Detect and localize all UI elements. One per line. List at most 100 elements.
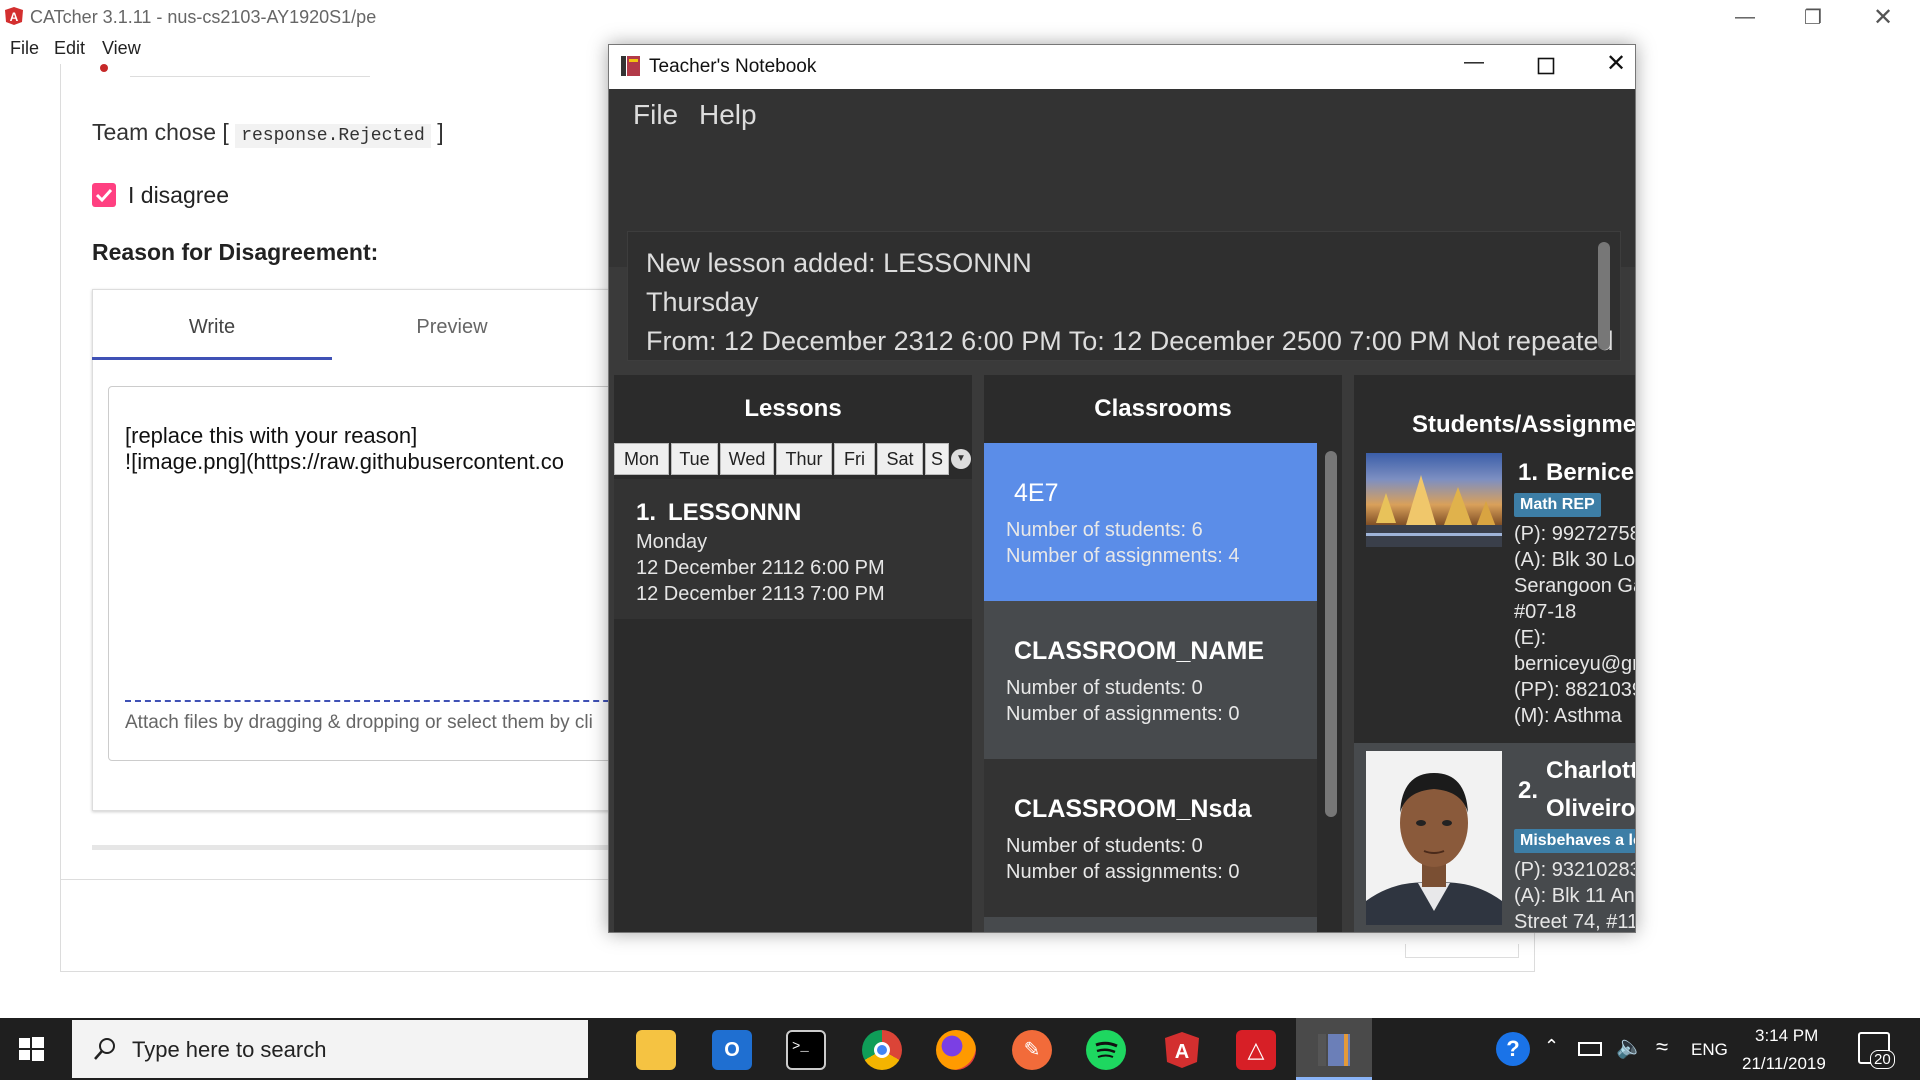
menu-edit[interactable]: Edit	[54, 38, 85, 59]
student-index: 1.	[1518, 459, 1539, 486]
classroom-assignments: Number of assignments: 0	[1006, 861, 1240, 883]
student-address-3: #07-18	[1514, 601, 1577, 623]
tab-write-label: Write	[188, 316, 236, 338]
panel-divider	[1342, 367, 1354, 932]
notebook-menu-bar: File Help	[609, 89, 1635, 143]
classroom-card[interactable]: CLASSROOM_Nsda Number of students: 0 Num…	[984, 759, 1317, 917]
nb-menu-help[interactable]: Help	[699, 99, 757, 131]
classroom-students: Number of students: 6	[1006, 519, 1203, 541]
student-card[interactable]: 2. Charlott Oliveiro Misbehaves a lo (P)…	[1354, 743, 1636, 932]
wifi-icon[interactable]: ≈	[1656, 1034, 1668, 1060]
day-tabs-dropdown-icon[interactable]: ▼	[951, 449, 971, 469]
svg-text:A: A	[10, 10, 19, 24]
chrome-icon[interactable]	[862, 1030, 902, 1070]
attach-divider	[125, 700, 649, 702]
team-chose-prefix: Team chose [	[92, 119, 229, 145]
catcher-taskbar-icon[interactable]: A	[1162, 1030, 1202, 1070]
tab-preview[interactable]: Preview	[332, 290, 572, 360]
classrooms-panel: Classrooms 4E7 Number of students: 6 Num…	[984, 375, 1342, 932]
taskbar: Type here to search O >_ ✎ A △ ? ⌃ 🔈 ≈ E…	[0, 1018, 1920, 1080]
student-index: 2.	[1518, 777, 1539, 804]
file-explorer-icon[interactable]	[636, 1030, 676, 1070]
notebook-app-icon	[620, 55, 642, 77]
lesson-end: 12 December 2113 7:00 PM	[636, 583, 885, 605]
day-tab-thur[interactable]: Thur	[776, 443, 832, 475]
response-code: response.Rejected	[235, 124, 431, 148]
minimize-button[interactable]: —	[1710, 0, 1780, 34]
hidden-button-edge[interactable]	[1405, 944, 1519, 958]
active-app-highlight[interactable]	[1296, 1018, 1372, 1080]
battery-icon[interactable]	[1578, 1042, 1602, 1056]
student-card[interactable]: 1. Bernice Y Math REP (P): 99272758 (A):…	[1354, 451, 1636, 743]
spotify-icon[interactable]	[1086, 1030, 1126, 1070]
classroom-name: CLASSROOM_Nsda	[1014, 795, 1252, 823]
taskbar-search-box[interactable]: Type here to search	[72, 1020, 588, 1078]
clock-time[interactable]: 3:14 PM	[1755, 1026, 1818, 1046]
svg-text:A: A	[1175, 1041, 1189, 1063]
day-tab-mon[interactable]: Mon	[614, 443, 669, 475]
day-tab-sat[interactable]: Sat	[877, 443, 923, 475]
language-indicator[interactable]: ENG	[1691, 1040, 1728, 1060]
lesson-start: 12 December 2112 6:00 PM	[636, 557, 885, 579]
day-tab-tue[interactable]: Tue	[671, 443, 718, 475]
student-name-line-1: Charlott	[1546, 757, 1636, 784]
student-email: berniceyu@gr	[1514, 653, 1636, 675]
student-tag: Misbehaves a lo	[1514, 829, 1635, 853]
student-email-label: (E):	[1514, 627, 1547, 649]
lesson-day: Monday	[636, 531, 708, 553]
classroom-card[interactable]: CLASSROOM_NAME Number of students: 0 Num…	[984, 601, 1317, 759]
restore-button[interactable]: ❐	[1778, 0, 1848, 34]
notebook-window: Teacher's Notebook — ✕ File Help New les…	[608, 44, 1636, 933]
lesson-card[interactable]: 1. LESSONNN Monday 12 December 2112 6:00…	[614, 479, 972, 619]
lessons-heading: Lessons	[744, 395, 842, 422]
volume-icon[interactable]: 🔈	[1616, 1034, 1643, 1060]
lesson-index: 1.	[636, 499, 657, 526]
result-line-2: Thursday	[646, 287, 759, 317]
classroom-students: Number of students: 0	[1006, 835, 1203, 857]
bullet-dot-icon	[100, 64, 108, 72]
menu-view[interactable]: View	[102, 38, 141, 59]
nb-minimize-button[interactable]: —	[1449, 51, 1499, 83]
attach-hint[interactable]: Attach files by dragging & dropping or s…	[125, 712, 593, 734]
student-address-1: (A): Blk 11 Ang	[1514, 885, 1636, 907]
notebook-title-bar: Teacher's Notebook — ✕	[609, 45, 1635, 89]
reason-heading: Reason for Disagreement:	[92, 239, 379, 265]
reason-textarea[interactable]: [replace this with your reason] ![image.…	[108, 386, 649, 761]
clock-date[interactable]: 21/11/2019	[1742, 1054, 1826, 1074]
nb-maximize-button[interactable]	[1521, 51, 1571, 83]
nb-close-button[interactable]: ✕	[1591, 49, 1635, 81]
classrooms-scrollbar[interactable]	[1325, 451, 1337, 817]
postman-icon[interactable]: ✎	[1012, 1030, 1052, 1070]
help-icon[interactable]: ?	[1496, 1032, 1530, 1066]
close-button[interactable]: ✕	[1848, 0, 1918, 34]
students-panel: Students/Assignmen 1. Bernice Y Math REP…	[1354, 375, 1636, 932]
outlook-icon[interactable]: O	[712, 1030, 752, 1070]
classroom-card-partial[interactable]	[984, 917, 1317, 932]
section-divider	[92, 845, 652, 850]
menu-file[interactable]: File	[10, 38, 39, 59]
lesson-name: LESSONNN	[668, 499, 802, 526]
disagree-checkbox[interactable]	[92, 183, 116, 207]
classroom-name: CLASSROOM_NAME	[1014, 637, 1265, 665]
student-medical: (M): Asthma	[1514, 705, 1622, 727]
terminal-icon[interactable]: >_	[786, 1030, 826, 1070]
result-display: New lesson added: LESSONNN Thursday From…	[627, 231, 1621, 361]
firefox-icon[interactable]	[936, 1030, 976, 1070]
panel-divider	[972, 367, 984, 932]
disagree-label: I disagree	[128, 182, 230, 208]
classroom-card-selected[interactable]: 4E7 Number of students: 6 Number of assi…	[984, 443, 1317, 601]
acrobat-icon[interactable]: △	[1236, 1030, 1276, 1070]
result-scrollbar[interactable]	[1598, 242, 1610, 350]
student-tag: Math REP	[1514, 493, 1601, 517]
students-heading: Students/Assignmen	[1412, 411, 1636, 438]
student-photo-portrait	[1366, 751, 1502, 925]
tab-write[interactable]: Write	[92, 290, 332, 360]
chevron-up-icon[interactable]: ⌃	[1544, 1036, 1559, 1057]
start-windows-icon[interactable]	[14, 1032, 48, 1066]
day-tab-sun[interactable]: S	[925, 443, 949, 475]
day-tab-fri[interactable]: Fri	[834, 443, 875, 475]
nb-menu-file[interactable]: File	[633, 99, 678, 131]
day-tab-wed[interactable]: Wed	[720, 443, 774, 475]
notebook-title: Teacher's Notebook	[649, 56, 817, 77]
classrooms-heading: Classrooms	[1094, 395, 1232, 422]
